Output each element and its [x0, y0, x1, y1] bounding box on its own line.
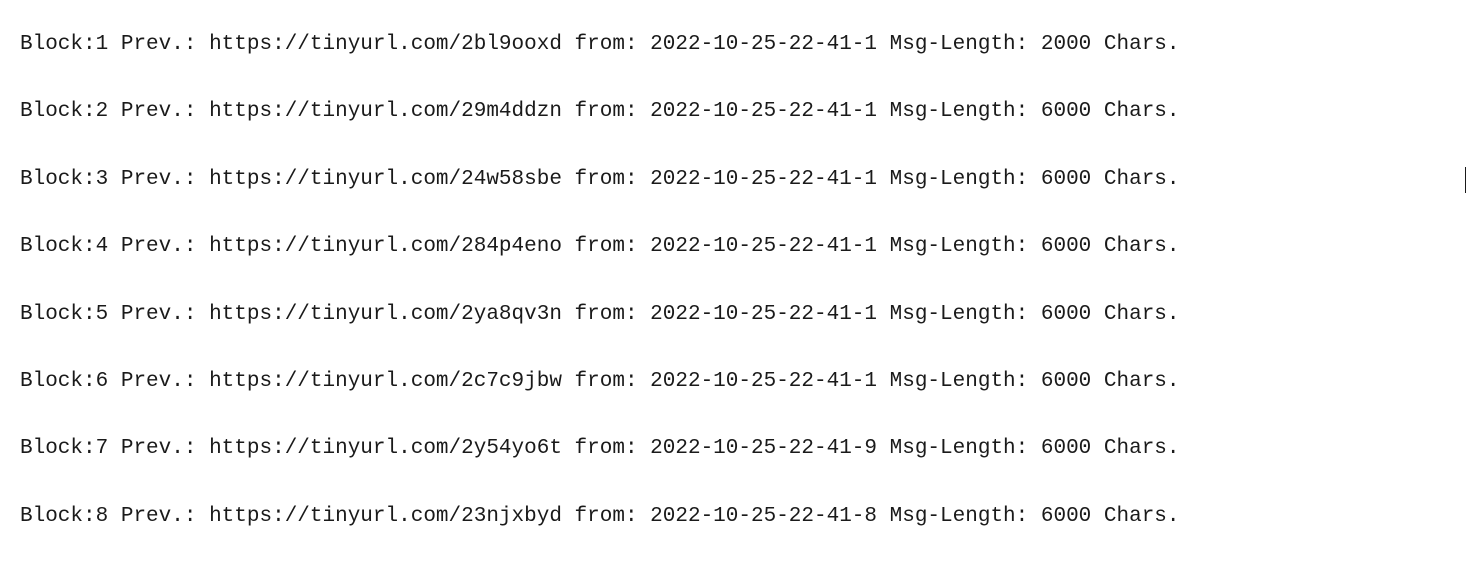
block-label: Block:	[20, 100, 96, 123]
from-label: from:	[575, 437, 638, 460]
prev-url: https://tinyurl.com/29m4ddzn	[209, 100, 562, 123]
block-label: Block:	[20, 235, 96, 258]
prev-url: https://tinyurl.com/23njxbyd	[209, 505, 562, 528]
msglen-label: Msg-Length:	[890, 505, 1029, 528]
msglen-label: Msg-Length:	[890, 303, 1029, 326]
from-label: from:	[575, 100, 638, 123]
msglen-value: 6000	[1041, 100, 1091, 123]
chars-label: Chars.	[1104, 303, 1180, 326]
msglen-value: 6000	[1041, 235, 1091, 258]
msglen-value: 6000	[1041, 370, 1091, 393]
prev-label: Prev.:	[121, 33, 197, 56]
log-line: Block:1 Prev.: https://tinyurl.com/2bl9o…	[20, 30, 1464, 59]
chars-label: Chars.	[1104, 437, 1180, 460]
log-line: Block:7 Prev.: https://tinyurl.com/2y54y…	[20, 434, 1464, 463]
chars-label: Chars.	[1104, 505, 1180, 528]
msglen-value: 6000	[1041, 303, 1091, 326]
log-line: Block:8 Prev.: https://tinyurl.com/23njx…	[20, 502, 1464, 531]
msglen-label: Msg-Length:	[890, 100, 1029, 123]
block-label: Block:	[20, 168, 96, 191]
msglen-value: 6000	[1041, 437, 1091, 460]
from-value: 2022-10-25-22-41-1	[650, 370, 877, 393]
prev-url: https://tinyurl.com/284p4eno	[209, 235, 562, 258]
chars-label: Chars.	[1104, 370, 1180, 393]
block-number: 4	[96, 235, 109, 258]
chars-label: Chars.	[1104, 235, 1180, 258]
log-line: Block:5 Prev.: https://tinyurl.com/2ya8q…	[20, 300, 1464, 329]
block-label: Block:	[20, 505, 96, 528]
msglen-value: 6000	[1041, 168, 1091, 191]
prev-url: https://tinyurl.com/24w58sbe	[209, 168, 562, 191]
msglen-label: Msg-Length:	[890, 370, 1029, 393]
block-number: 7	[96, 437, 109, 460]
msglen-value: 2000	[1041, 33, 1091, 56]
from-value: 2022-10-25-22-41-8	[650, 505, 877, 528]
prev-label: Prev.:	[121, 100, 197, 123]
from-label: from:	[575, 303, 638, 326]
prev-label: Prev.:	[121, 437, 197, 460]
log-output: Block:1 Prev.: https://tinyurl.com/2bl9o…	[20, 30, 1464, 531]
from-value: 2022-10-25-22-41-9	[650, 437, 877, 460]
chars-label: Chars.	[1104, 33, 1180, 56]
from-value: 2022-10-25-22-41-1	[650, 303, 877, 326]
prev-label: Prev.:	[121, 235, 197, 258]
block-label: Block:	[20, 437, 96, 460]
msglen-label: Msg-Length:	[890, 168, 1029, 191]
log-line: Block:3 Prev.: https://tinyurl.com/24w58…	[20, 165, 1464, 194]
from-label: from:	[575, 235, 638, 258]
log-line: Block:4 Prev.: https://tinyurl.com/284p4…	[20, 232, 1464, 261]
chars-label: Chars.	[1104, 168, 1180, 191]
msglen-label: Msg-Length:	[890, 235, 1029, 258]
block-number: 2	[96, 100, 109, 123]
prev-label: Prev.:	[121, 370, 197, 393]
block-number: 3	[96, 168, 109, 191]
block-label: Block:	[20, 33, 96, 56]
block-number: 1	[96, 33, 109, 56]
from-value: 2022-10-25-22-41-1	[650, 33, 877, 56]
from-value: 2022-10-25-22-41-1	[650, 168, 877, 191]
prev-label: Prev.:	[121, 303, 197, 326]
block-number: 8	[96, 505, 109, 528]
prev-label: Prev.:	[121, 168, 197, 191]
from-value: 2022-10-25-22-41-1	[650, 100, 877, 123]
prev-url: https://tinyurl.com/2bl9ooxd	[209, 33, 562, 56]
prev-url: https://tinyurl.com/2c7c9jbw	[209, 370, 562, 393]
from-value: 2022-10-25-22-41-1	[650, 235, 877, 258]
msglen-value: 6000	[1041, 505, 1091, 528]
prev-url: https://tinyurl.com/2y54yo6t	[209, 437, 562, 460]
chars-label: Chars.	[1104, 100, 1180, 123]
log-line: Block:6 Prev.: https://tinyurl.com/2c7c9…	[20, 367, 1464, 396]
block-number: 5	[96, 303, 109, 326]
block-number: 6	[96, 370, 109, 393]
from-label: from:	[575, 33, 638, 56]
log-line: Block:2 Prev.: https://tinyurl.com/29m4d…	[20, 97, 1464, 126]
prev-label: Prev.:	[121, 505, 197, 528]
prev-url: https://tinyurl.com/2ya8qv3n	[209, 303, 562, 326]
from-label: from:	[575, 505, 638, 528]
msglen-label: Msg-Length:	[890, 33, 1029, 56]
msglen-label: Msg-Length:	[890, 437, 1029, 460]
from-label: from:	[575, 168, 638, 191]
block-label: Block:	[20, 303, 96, 326]
block-label: Block:	[20, 370, 96, 393]
from-label: from:	[575, 370, 638, 393]
